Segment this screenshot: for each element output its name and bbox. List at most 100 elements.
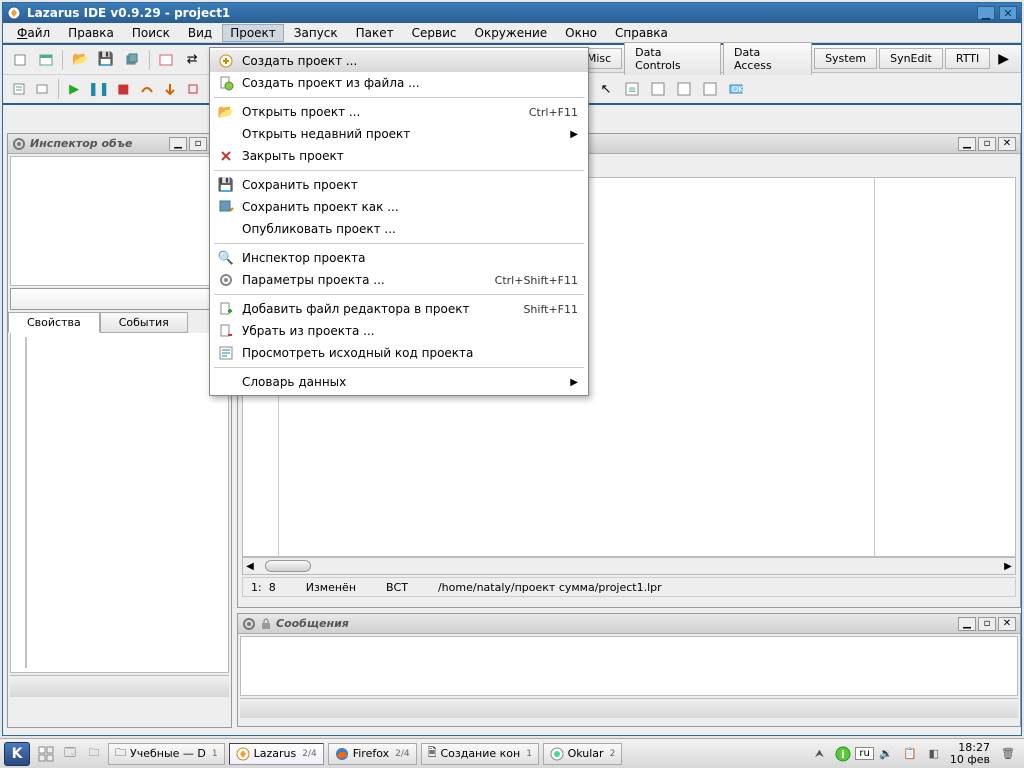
task-sozdanie[interactable]: 🗎Создание кон1 [421, 743, 539, 765]
menu-package[interactable]: Пакет [348, 24, 402, 42]
kde-start-button[interactable]: K [4, 742, 30, 766]
comp-5[interactable]: OK [725, 78, 747, 100]
editor-max-button[interactable]: ▫ [978, 137, 996, 151]
menu-item-publish-project[interactable]: Опубликовать проект ... [210, 218, 588, 240]
messages-list[interactable] [240, 636, 1018, 696]
inspector-max-button[interactable]: ▫ [189, 137, 207, 151]
desktop-pager-icon[interactable] [36, 744, 56, 764]
menu-item-view-source[interactable]: Просмотреть исходный код проекта [210, 342, 588, 364]
inspector-grid[interactable] [10, 333, 229, 673]
messages-max-button[interactable]: ▫ [978, 617, 996, 631]
editor-h-scrollbar[interactable]: ◀ ▶ [242, 557, 1016, 575]
menu-item-save-project-as[interactable]: Сохранить проект как ... [210, 196, 588, 218]
comp-4[interactable] [699, 78, 721, 100]
comp-3[interactable] [673, 78, 695, 100]
task-uchebnye[interactable]: 🗀Учебные — D1 [108, 743, 225, 765]
menu-search[interactable]: Поиск [124, 24, 178, 42]
menu-edit[interactable]: Правка [60, 24, 122, 42]
toggle-form-unit-button[interactable]: ⇄ [181, 49, 203, 71]
scroll-right-icon[interactable]: ▶ [1001, 561, 1015, 572]
palette-tab-synedit[interactable]: SynEdit [879, 48, 943, 69]
step-into-button[interactable] [160, 78, 179, 100]
menu-help[interactable]: Справка [607, 24, 676, 42]
svg-text:i: i [841, 748, 845, 761]
svg-text:≡: ≡ [628, 85, 636, 96]
menu-window[interactable]: Окно [557, 24, 605, 42]
palette-scroll-right[interactable]: ▶ [992, 51, 1015, 67]
window-titlebar[interactable]: Lazarus IDE v0.9.29 - project1 ▁ ✕ [3, 3, 1021, 23]
menu-item-add-file[interactable]: Добавить файл редактора в проект Shift+F… [210, 298, 588, 320]
menu-view[interactable]: Вид [180, 24, 220, 42]
menu-project[interactable]: Проект [222, 24, 284, 42]
menu-run[interactable]: Запуск [286, 24, 346, 42]
inspector-icon: 🔍 [216, 250, 236, 266]
settings-tray-icon[interactable]: ◧ [924, 744, 944, 764]
palette-tab-datacontrols[interactable]: Data Controls [624, 42, 721, 76]
run-button[interactable]: ▶ [64, 78, 83, 100]
inspector-titlebar[interactable]: Инспектор объе ▁ ▫ ✕ [8, 134, 231, 154]
gear-icon [242, 617, 256, 631]
tab-events[interactable]: События [100, 312, 188, 333]
tray-up-icon[interactable]: ⮝ [809, 744, 829, 764]
stop-button[interactable]: ■ [114, 78, 133, 100]
menu-item-project-inspector[interactable]: 🔍 Инспектор проекта [210, 247, 588, 269]
taskbar-clock[interactable]: 18:27 10 фев [950, 742, 990, 766]
new-form2-button[interactable] [156, 49, 178, 71]
lazarus-icon [236, 747, 250, 761]
volume-icon[interactable]: 🔉 [876, 744, 896, 764]
editor-min-button[interactable]: ▁ [958, 137, 976, 151]
close-button[interactable]: ✕ [999, 6, 1017, 20]
new-form-button[interactable] [35, 49, 57, 71]
menu-tools[interactable]: Сервис [404, 24, 465, 42]
open-folder-icon: 📂 [216, 104, 236, 120]
palette-tab-rtti[interactable]: RTTI [945, 48, 990, 69]
folder-quick-icon[interactable]: 🗀 [84, 744, 104, 764]
settings-icon [216, 272, 236, 288]
inspector-tree[interactable] [10, 156, 229, 286]
menu-item-open-recent[interactable]: Открыть недавний проект ▶ [210, 123, 588, 145]
menu-env[interactable]: Окружение [467, 24, 556, 42]
menu-item-open-project[interactable]: 📂 Открыть проект ... Ctrl+F11 [210, 101, 588, 123]
tab-properties[interactable]: Свойства [8, 312, 100, 333]
menu-item-new-project[interactable]: Создать проект ... [210, 50, 588, 72]
menu-file[interactable]: Файл [9, 24, 58, 42]
view-forms-button[interactable] [32, 78, 51, 100]
task-okular[interactable]: Okular2 [543, 743, 623, 765]
inspector-component-combo[interactable] [10, 288, 229, 310]
messages-titlebar[interactable]: Сообщения ▁ ▫ ✕ [238, 614, 1020, 634]
comp-pointer[interactable]: ↖ [595, 78, 617, 100]
inspector-tabs: Свойства События [8, 312, 231, 333]
scroll-left-icon[interactable]: ◀ [243, 561, 257, 572]
trash-icon[interactable]: 🗑 [998, 744, 1018, 764]
save-all-button[interactable] [121, 49, 143, 71]
new-unit-button[interactable] [9, 49, 31, 71]
save-button[interactable]: 💾 [95, 49, 117, 71]
show-desktop-icon[interactable]: 🗔 [60, 744, 80, 764]
step-out-button[interactable] [184, 78, 203, 100]
messages-min-button[interactable]: ▁ [958, 617, 976, 631]
comp-1[interactable]: ≡ [621, 78, 643, 100]
step-over-button[interactable] [137, 78, 156, 100]
palette-tab-system[interactable]: System [814, 48, 877, 69]
inspector-min-button[interactable]: ▁ [169, 137, 187, 151]
minimize-button[interactable]: ▁ [977, 6, 995, 20]
editor-close-button[interactable]: ✕ [998, 137, 1016, 151]
task-lazarus[interactable]: Lazarus2/4 [229, 743, 324, 765]
pause-button[interactable]: ❚❚ [88, 78, 110, 100]
tray-info-icon[interactable]: i [833, 744, 853, 764]
scroll-thumb[interactable] [265, 560, 311, 572]
view-units-button[interactable] [9, 78, 28, 100]
menu-item-data-dictionary[interactable]: Словарь данных ▶ [210, 371, 588, 393]
task-firefox[interactable]: Firefox2/4 [328, 743, 417, 765]
keyboard-layout[interactable]: ru [855, 747, 873, 760]
menu-item-new-from-file[interactable]: Создать проект из файла ... [210, 72, 588, 94]
clipboard-icon[interactable]: 📋 [900, 744, 920, 764]
menu-item-project-options[interactable]: Параметры проекта ... Ctrl+Shift+F11 [210, 269, 588, 291]
menu-item-save-project[interactable]: 💾 Сохранить проект [210, 174, 588, 196]
comp-2[interactable] [647, 78, 669, 100]
messages-close-button[interactable]: ✕ [998, 617, 1016, 631]
open-button[interactable]: 📂 [69, 49, 91, 71]
palette-tab-dataaccess[interactable]: Data Access [723, 42, 812, 76]
menu-item-close-project[interactable]: Закрыть проект [210, 145, 588, 167]
menu-item-remove-from-project[interactable]: Убрать из проекта ... [210, 320, 588, 342]
